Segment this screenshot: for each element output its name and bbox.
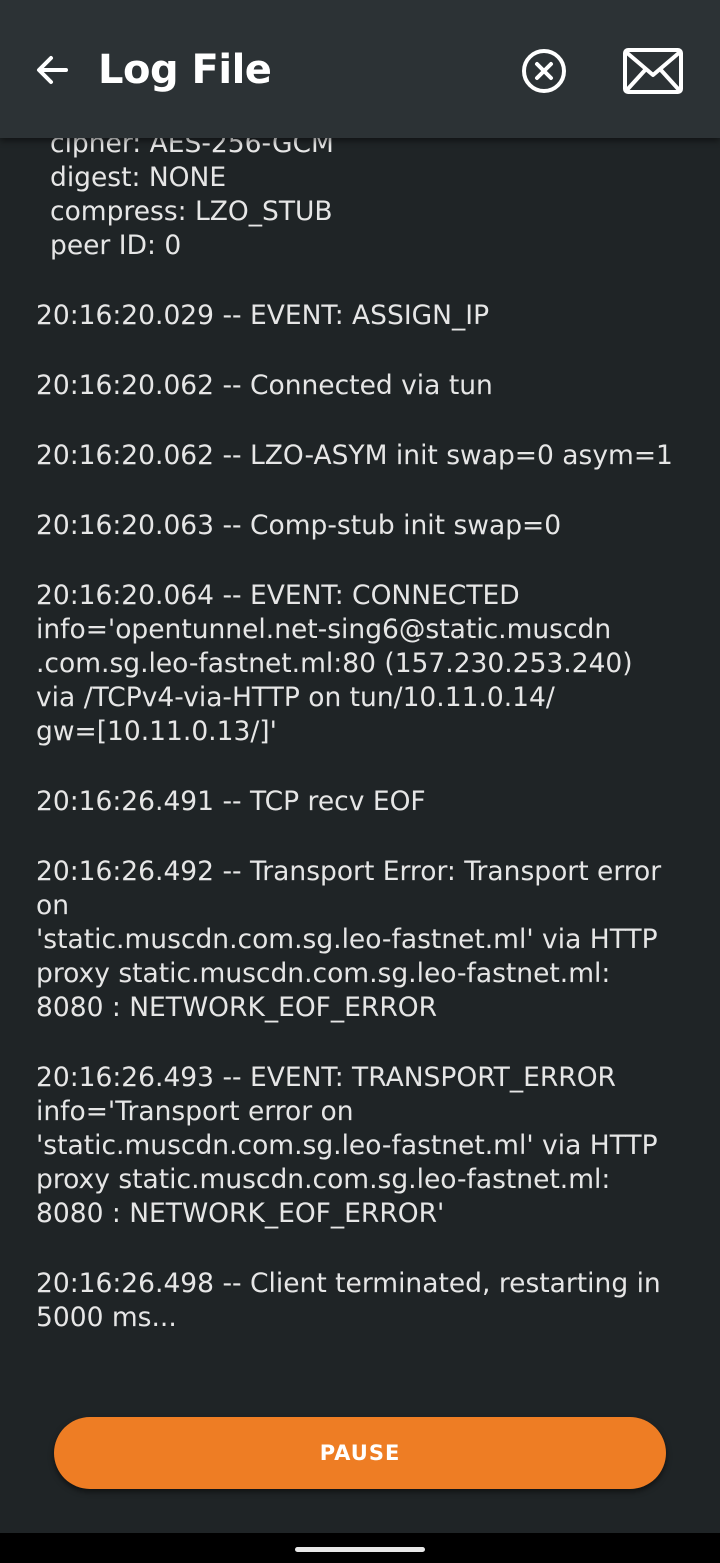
home-gesture-handle[interactable]	[295, 1547, 425, 1552]
app-bar: Log File	[0, 0, 720, 138]
log-entry: 20:16:20.062 -- Connected via tun	[36, 370, 493, 401]
close-circle-icon	[522, 49, 566, 93]
envelope-icon	[623, 48, 683, 94]
arrow-left-icon	[37, 56, 68, 84]
log-entry: 20:16:26.492 -- Transport Error: Transpo…	[36, 856, 662, 1023]
log-entry: 20:16:26.491 -- TCP recv EOF	[36, 786, 426, 817]
log-scroll-area[interactable]: cipher: AES-256-GCM digest: NONE compres…	[0, 138, 720, 1400]
log-file-screen: Log File cipher: AES-256-GCM digest: NON…	[0, 0, 720, 1563]
back-button[interactable]	[28, 46, 76, 94]
send-log-button[interactable]	[618, 44, 688, 98]
pause-button[interactable]: PAUSE	[54, 1417, 666, 1489]
clear-log-button[interactable]	[518, 45, 570, 97]
log-entry: 20:16:20.062 -- LZO-ASYM init swap=0 asy…	[36, 440, 673, 471]
log-entry: 20:16:26.493 -- EVENT: TRANSPORT_ERROR i…	[36, 1062, 658, 1229]
log-entry: 20:16:20.063 -- Comp-stub init swap=0	[36, 510, 562, 541]
log-entry-header: cipher: AES-256-GCM digest: NONE compres…	[50, 138, 334, 261]
page-title: Log File	[98, 47, 272, 93]
log-list: cipher: AES-256-GCM digest: NONE compres…	[36, 138, 686, 1371]
log-entry: 20:16:26.498 -- Client terminated, resta…	[36, 1268, 661, 1333]
log-entry: 20:16:20.029 -- EVENT: ASSIGN_IP	[36, 300, 490, 331]
log-entry: 20:16:20.064 -- EVENT: CONNECTED info='o…	[36, 580, 633, 747]
